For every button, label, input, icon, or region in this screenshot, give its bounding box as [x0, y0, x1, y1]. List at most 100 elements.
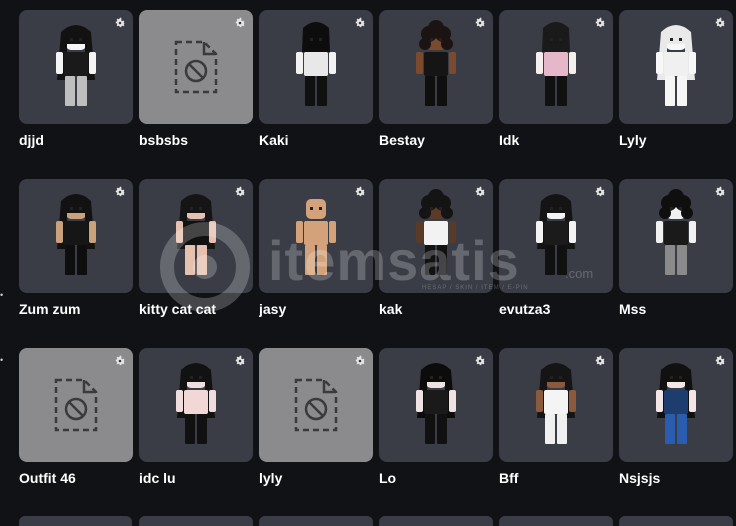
gear-icon — [115, 17, 126, 28]
outfit-card[interactable]: Lyly — [619, 10, 733, 148]
outfit-settings-button[interactable] — [593, 16, 607, 30]
outfit-name: kitty cat cat — [139, 301, 217, 317]
outfit-name: djjd — [19, 132, 44, 148]
outfit-card[interactable]: Lo — [379, 348, 493, 486]
gear-icon — [235, 186, 246, 197]
gear-icon — [475, 355, 486, 366]
outfit-card[interactable]: Kaki — [259, 10, 373, 148]
outfit-card[interactable]: lyly — [259, 348, 373, 486]
gear-icon — [475, 17, 486, 28]
outfit-settings-button[interactable] — [353, 354, 367, 368]
outfit-thumbnail[interactable] — [379, 348, 493, 462]
outfit-name: Outfit 46 — [19, 470, 76, 486]
outfit-settings-button[interactable] — [713, 185, 727, 199]
outfit-thumbnail[interactable] — [259, 10, 373, 124]
next-row-tile[interactable] — [619, 516, 733, 526]
outfit-name: Kaki — [259, 132, 289, 148]
outfit-thumbnail[interactable] — [499, 348, 613, 462]
outfit-name: idc lu — [139, 470, 176, 486]
outfit-name: bsbsbs — [139, 132, 189, 148]
outfit-card[interactable]: jasy — [259, 179, 373, 317]
outfit-thumbnail[interactable] — [619, 10, 733, 124]
outfit-name: Bff — [499, 470, 519, 486]
outfit-settings-button[interactable] — [113, 354, 127, 368]
outfit-settings-button[interactable] — [473, 16, 487, 30]
outfit-thumbnail[interactable] — [259, 348, 373, 462]
outfit-card[interactable]: Bff — [499, 348, 613, 486]
outfit-thumbnail[interactable] — [619, 179, 733, 293]
gear-icon — [595, 17, 606, 28]
outfit-card[interactable]: idc lu — [139, 348, 253, 486]
outfit-settings-button[interactable] — [473, 185, 487, 199]
gear-icon — [235, 17, 246, 28]
outfit-card[interactable]: kitty cat cat — [139, 179, 253, 317]
outfit-card[interactable]: djjd — [19, 10, 133, 148]
file-blocked-icon — [54, 378, 98, 432]
outfit-name: Zum zum — [19, 301, 81, 317]
outfit-thumbnail[interactable] — [19, 348, 133, 462]
gear-icon — [475, 186, 486, 197]
outfit-name: Lo — [379, 470, 397, 486]
next-row-tile[interactable] — [19, 516, 132, 526]
file-blocked-icon — [294, 378, 338, 432]
outfit-settings-button[interactable] — [593, 185, 607, 199]
gear-icon — [355, 355, 366, 366]
outfit-thumbnail[interactable] — [499, 10, 613, 124]
outfit-settings-button[interactable] — [233, 185, 247, 199]
outfit-thumbnail[interactable] — [259, 179, 373, 293]
outfit-card[interactable]: evutza3 — [499, 179, 613, 317]
outfit-name: jasy — [259, 301, 287, 317]
outfit-settings-button[interactable] — [353, 185, 367, 199]
gear-icon — [115, 186, 126, 197]
next-row-tile[interactable] — [499, 516, 613, 526]
outfit-card[interactable]: Bestay — [379, 10, 493, 148]
outfit-card[interactable]: Mss — [619, 179, 733, 317]
outfit-settings-button[interactable] — [113, 185, 127, 199]
gear-icon — [115, 355, 126, 366]
outfit-card[interactable]: Zum zum — [19, 179, 133, 317]
outfit-thumbnail[interactable] — [379, 10, 493, 124]
outfit-name: Mss — [619, 301, 647, 317]
outfit-settings-button[interactable] — [473, 354, 487, 368]
outfit-settings-button[interactable] — [233, 354, 247, 368]
gear-icon — [235, 355, 246, 366]
outfit-name: lyly — [259, 470, 283, 486]
outfit-thumbnail[interactable] — [19, 179, 133, 293]
outfit-card[interactable]: Nsjsjs — [619, 348, 733, 486]
outfit-thumbnail[interactable] — [139, 348, 253, 462]
outfit-settings-button[interactable] — [353, 16, 367, 30]
outfit-name: kak — [379, 301, 403, 317]
outfit-name: evutza3 — [499, 301, 551, 317]
outfit-name: Idk — [499, 132, 520, 148]
outfit-thumbnail[interactable] — [19, 10, 133, 124]
next-row-tile[interactable] — [379, 516, 493, 526]
outfit-name: Nsjsjs — [619, 470, 661, 486]
outfit-card[interactable]: bsbsbs — [139, 10, 253, 148]
outfit-thumbnail[interactable] — [139, 10, 253, 124]
left-edge-mark: • — [0, 290, 4, 300]
outfit-thumbnail[interactable] — [139, 179, 253, 293]
outfit-thumbnail[interactable] — [379, 179, 493, 293]
outfit-card[interactable]: kak — [379, 179, 493, 317]
gear-icon — [355, 186, 366, 197]
outfit-card[interactable]: Outfit 46 — [19, 348, 133, 486]
outfit-card[interactable]: Idk — [499, 10, 613, 148]
outfit-settings-button[interactable] — [233, 16, 247, 30]
outfit-thumbnail[interactable] — [619, 348, 733, 462]
gear-icon — [595, 355, 606, 366]
gear-icon — [595, 186, 606, 197]
outfit-thumbnail[interactable] — [499, 179, 613, 293]
outfit-settings-button[interactable] — [593, 354, 607, 368]
outfit-settings-button[interactable] — [713, 354, 727, 368]
left-edge-mark: • — [0, 355, 4, 365]
next-row-tile[interactable] — [139, 516, 253, 526]
next-row-tile[interactable] — [259, 516, 373, 526]
outfit-name: Lyly — [619, 132, 647, 148]
gear-icon — [715, 186, 726, 197]
file-blocked-icon — [174, 40, 218, 94]
gear-icon — [715, 17, 726, 28]
outfit-name: Bestay — [379, 132, 425, 148]
outfit-settings-button[interactable] — [113, 16, 127, 30]
gear-icon — [715, 355, 726, 366]
outfit-settings-button[interactable] — [713, 16, 727, 30]
